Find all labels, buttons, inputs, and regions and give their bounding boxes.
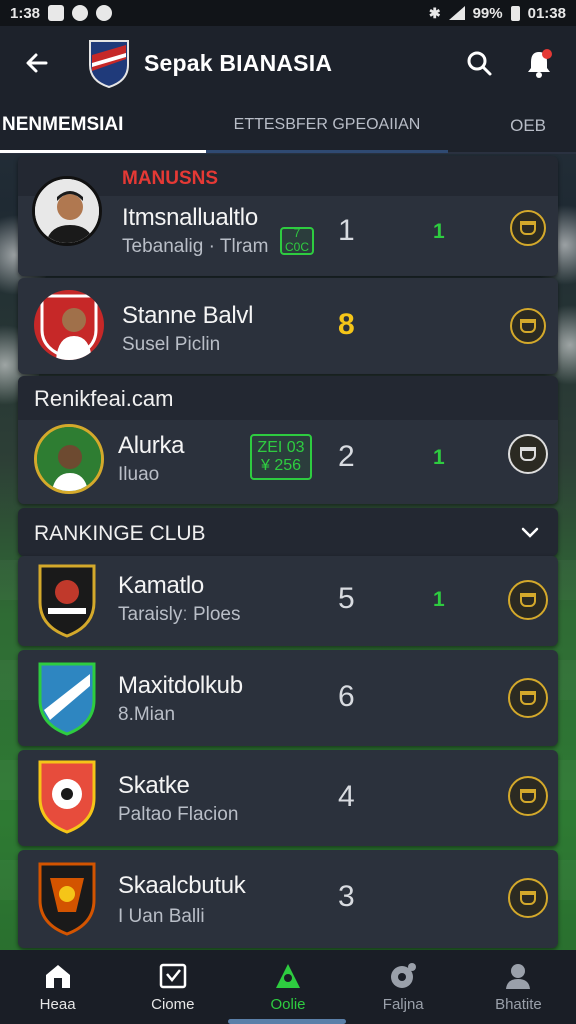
club-crest xyxy=(36,758,98,834)
nav-clubs[interactable]: Ciome xyxy=(115,950,230,1024)
nav-label: Oolie xyxy=(270,995,306,1013)
ball-icon xyxy=(391,962,417,988)
tab-transfer[interactable]: ETTESBFER GPEOAIIAN xyxy=(206,99,448,153)
stat-badge: 7 C0C xyxy=(280,226,314,255)
trophy-icon[interactable] xyxy=(508,776,548,816)
player-avatar xyxy=(34,290,104,360)
rank-change: 1 xyxy=(433,446,445,469)
battery-percent: 99% xyxy=(472,4,503,22)
notifications-button[interactable] xyxy=(522,46,556,80)
search-button[interactable] xyxy=(462,46,496,80)
club-crest xyxy=(36,660,98,736)
app-logo xyxy=(86,37,132,89)
club-name: Kamatlo xyxy=(118,572,204,599)
player-name: Alurka xyxy=(118,432,185,459)
tab-rankings[interactable]: NENMEMSIAI xyxy=(0,99,206,153)
nav-matches[interactable]: Faljna xyxy=(346,950,461,1024)
trophy-icon[interactable] xyxy=(508,678,548,718)
rank-value: 1 xyxy=(338,214,355,247)
chart-icon xyxy=(159,963,187,988)
player-name: Stanne Balvl xyxy=(122,302,254,329)
nav-label: Ciome xyxy=(151,995,195,1013)
club-crest xyxy=(36,562,98,638)
rank-change: 1 xyxy=(433,220,445,243)
player-detail: Iluao xyxy=(118,464,160,485)
rank-value: 6 xyxy=(338,680,355,713)
bottom-navigation: Heaa Ciome Oolie Faljna Bhatite xyxy=(0,950,576,1024)
section-header: MANUSNS xyxy=(122,168,219,189)
trophy-nav-icon xyxy=(276,963,300,988)
player-detail: Tebanalig · Tlram xyxy=(122,236,269,257)
club-card[interactable]: Kamatlo Taraislyː Ploes 5 1 xyxy=(18,556,558,646)
signal-icon xyxy=(448,6,465,20)
nav-label: Faljna xyxy=(382,995,424,1013)
player-avatar xyxy=(34,424,104,494)
chevron-down-icon[interactable] xyxy=(520,526,540,540)
player-name: Itmsnallualtlo xyxy=(122,204,258,231)
rank-value: 8 xyxy=(338,308,355,341)
search-icon xyxy=(467,51,492,76)
app-bar: Sepak BIANASIA xyxy=(0,26,576,100)
club-name: Skaalcbutuk xyxy=(118,872,246,899)
stat-badge: ZEI 03 ¥ 256 xyxy=(250,434,312,480)
gallery-icon xyxy=(48,5,65,21)
bell-icon xyxy=(528,49,552,78)
club-name: Skatke xyxy=(118,772,190,799)
club-card[interactable]: Skatke Paltao Flacion 4 xyxy=(18,750,558,846)
rank-change: 1 xyxy=(433,588,445,611)
nav-rankings[interactable]: Oolie xyxy=(230,950,345,1024)
nav-home[interactable]: Heaa xyxy=(0,950,115,1024)
notification-icon xyxy=(72,5,89,21)
wifi-icon: ✱ xyxy=(428,4,441,21)
club-ranking-header[interactable]: RANKINGE CLUB xyxy=(18,508,558,556)
trophy-icon[interactable] xyxy=(508,580,548,620)
trophy-icon[interactable] xyxy=(508,434,548,474)
trophy-icon[interactable] xyxy=(510,308,546,344)
rank-value: 5 xyxy=(338,582,355,615)
nav-profile[interactable]: Bhatite xyxy=(461,950,576,1024)
battery-icon xyxy=(510,5,520,21)
club-detail: Paltao Flacion xyxy=(118,804,239,825)
status-bar: 1:38 ✱ 99% 01:38 xyxy=(0,0,576,26)
club-card[interactable]: Skaalcbutuk I Uan Balli 3 xyxy=(18,850,558,948)
player-avatar xyxy=(32,176,102,246)
club-crest xyxy=(36,860,98,936)
section-header: Renikfeai.cam xyxy=(34,386,174,411)
club-name: Maxitdolkub xyxy=(118,672,243,699)
section-header: RANKINGE CLUB xyxy=(34,522,206,545)
tab-bar: NENMEMSIAI ETTESBFER GPEOAIIAN OEB xyxy=(0,100,576,154)
status-time: 1:38 xyxy=(10,4,41,22)
home-indicator xyxy=(228,1019,346,1024)
player-card[interactable]: Renikfeai.cam Alurka Iluao ZEI 03 ¥ 256 … xyxy=(18,376,558,504)
trophy-icon[interactable] xyxy=(510,210,546,246)
nav-label: Heaa xyxy=(39,995,76,1013)
app-notification-icon xyxy=(96,5,113,21)
app-title: Sepak BIANASIA xyxy=(144,49,333,76)
home-icon xyxy=(45,964,70,988)
rank-value: 3 xyxy=(338,880,355,913)
arrow-left-icon xyxy=(26,53,48,73)
player-card[interactable]: Stanne Balvl Susel Piclin 8 xyxy=(18,278,558,374)
user-icon xyxy=(506,963,531,989)
tab-other[interactable]: OEB xyxy=(448,99,576,153)
player-card[interactable]: MANUSNS Itmsnallualtlo Tebanalig · Tlram… xyxy=(18,156,558,276)
club-detail: 8.Mian xyxy=(118,704,176,725)
club-detail: I Uan Balli xyxy=(118,906,205,927)
player-detail: Susel Piclin xyxy=(122,334,221,355)
club-card[interactable]: Maxitdolkub 8.Mian 6 xyxy=(18,650,558,746)
club-detail: Taraislyː Ploes xyxy=(118,604,241,625)
nav-label: Bhatite xyxy=(495,995,542,1013)
rank-value: 2 xyxy=(338,440,355,473)
status-time-right: 01:38 xyxy=(527,4,566,22)
trophy-icon[interactable] xyxy=(508,878,548,918)
rank-value: 4 xyxy=(338,780,355,813)
back-button[interactable] xyxy=(20,46,54,80)
